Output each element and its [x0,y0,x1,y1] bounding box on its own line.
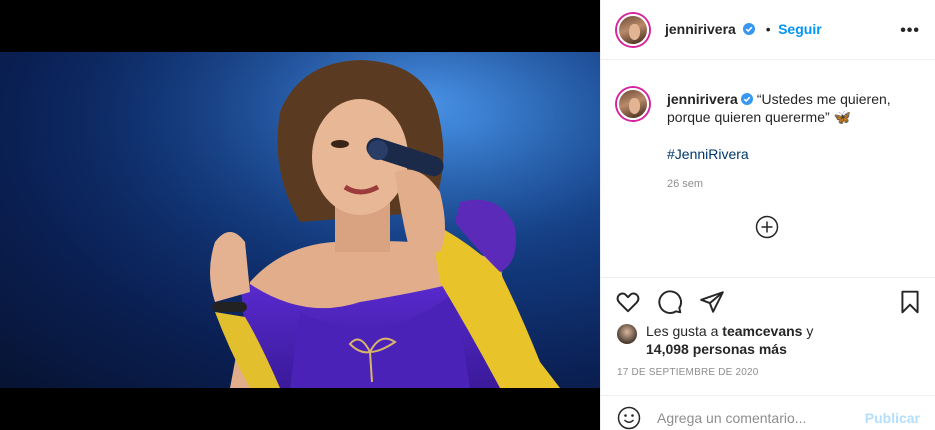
more-dots-icon[interactable]: ••• [900,22,920,40]
likes-text: Les gusta a teamcevans y 14,098 personas… [646,322,916,358]
liker-username[interactable]: teamcevans [722,323,802,339]
smiley-icon[interactable] [617,406,641,430]
likes-connector: y [802,323,814,339]
likes-prefix: Les gusta a [646,323,723,339]
post-media[interactable] [0,0,600,430]
header-username[interactable]: jennirivera [665,21,736,37]
verified-badge-icon [743,23,756,35]
plus-circle-icon[interactable] [755,215,779,239]
header-user-line: jennirivera • Seguir [665,21,822,39]
bookmark-icon[interactable] [897,289,923,315]
comment-icon[interactable] [657,289,683,315]
caption-username[interactable]: jennirivera [667,91,738,107]
action-bar [615,289,925,315]
post-photo[interactable] [0,52,600,388]
post-sidebar: jennirivera • Seguir ••• jennirivera “Us… [600,0,935,430]
verified-badge-icon [740,93,753,105]
publish-button[interactable]: Publicar [865,410,920,426]
paper-plane-icon[interactable] [699,289,725,315]
header-separator: • [765,21,771,37]
singer-photo-illustration [0,52,600,388]
profile-avatar[interactable] [617,14,649,46]
heart-icon[interactable] [615,289,641,315]
post-caption: jennirivera “Ustedes me quieren, porque … [667,90,917,126]
post-date: 17 DE SEPTIEMBRE DE 2020 [617,367,759,378]
divider [601,277,935,278]
caption-time[interactable]: 26 sem [667,178,703,190]
caption-avatar[interactable] [617,88,649,120]
comment-box: Agrega un comentario... Publicar [601,395,935,430]
likes-count[interactable]: 14,098 personas más [646,341,787,357]
follow-button[interactable]: Seguir [778,21,822,37]
comment-input[interactable]: Agrega un comentario... [657,410,806,426]
post-header: jennirivera • Seguir ••• [601,0,935,60]
hashtag-link[interactable]: #JenniRivera [667,146,749,162]
liker-avatar[interactable] [617,324,637,344]
